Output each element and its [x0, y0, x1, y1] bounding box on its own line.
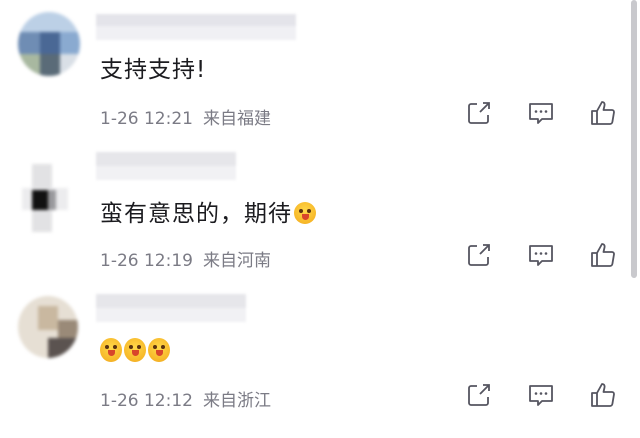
- comment-meta: 1-26 12:21 来自福建: [100, 104, 271, 129]
- share-icon: [468, 244, 490, 266]
- reply-button[interactable]: [526, 380, 556, 410]
- comment-icon: [529, 245, 553, 266]
- comment-meta: 1-26 12:12 来自浙江: [100, 386, 271, 411]
- comment-item: 蛮有意思的，期待 1-26 12:19 来自河南: [0, 142, 628, 288]
- face-emoji-icon: [124, 338, 146, 362]
- avatar[interactable]: [22, 164, 68, 232]
- comment-icon: [529, 385, 553, 406]
- comment-item: 支持支持! 1-26 12:21 来自福建: [0, 0, 628, 146]
- share-icon: [468, 384, 490, 406]
- scrollbar[interactable]: [631, 0, 637, 278]
- comment-meta: 1-26 12:19 来自河南: [100, 246, 271, 271]
- like-button[interactable]: [588, 380, 618, 410]
- comment-location: 来自浙江: [202, 391, 271, 411]
- comment-text: 支持支持!: [100, 57, 207, 83]
- thumbs-up-icon: [591, 101, 615, 125]
- face-emoji-icon: [100, 338, 122, 362]
- username-blurred[interactable]: [96, 294, 246, 324]
- comment-icon: [529, 103, 553, 124]
- like-button[interactable]: [588, 98, 618, 128]
- face-emoji-icon: [294, 202, 316, 224]
- comment-time: 1-26 12:19: [100, 251, 193, 271]
- face-emoji-icon: [148, 338, 170, 362]
- thumbs-up-icon: [591, 243, 615, 267]
- username-blurred[interactable]: [96, 152, 236, 182]
- comment-location: 来自河南: [202, 251, 271, 271]
- comment-text: 蛮有意思的，期待: [100, 194, 316, 228]
- share-button[interactable]: [464, 98, 494, 128]
- username-blurred[interactable]: [96, 14, 296, 44]
- like-button[interactable]: [588, 240, 618, 270]
- comment-time: 1-26 12:21: [100, 109, 193, 129]
- share-icon: [468, 102, 490, 124]
- comment-time: 1-26 12:12: [100, 391, 193, 411]
- comment-location: 来自福建: [202, 109, 271, 129]
- comment-emoji-row: [100, 338, 172, 363]
- thumbs-up-icon: [591, 383, 615, 407]
- reply-button[interactable]: [526, 240, 556, 270]
- share-button[interactable]: [464, 240, 494, 270]
- reply-button[interactable]: [526, 98, 556, 128]
- avatar[interactable]: [18, 12, 80, 76]
- comment-text-content: 蛮有意思的，期待: [100, 201, 292, 227]
- avatar[interactable]: [18, 296, 78, 358]
- comment-item: 1-26 12:12 来自浙江: [0, 282, 628, 428]
- share-button[interactable]: [464, 380, 494, 410]
